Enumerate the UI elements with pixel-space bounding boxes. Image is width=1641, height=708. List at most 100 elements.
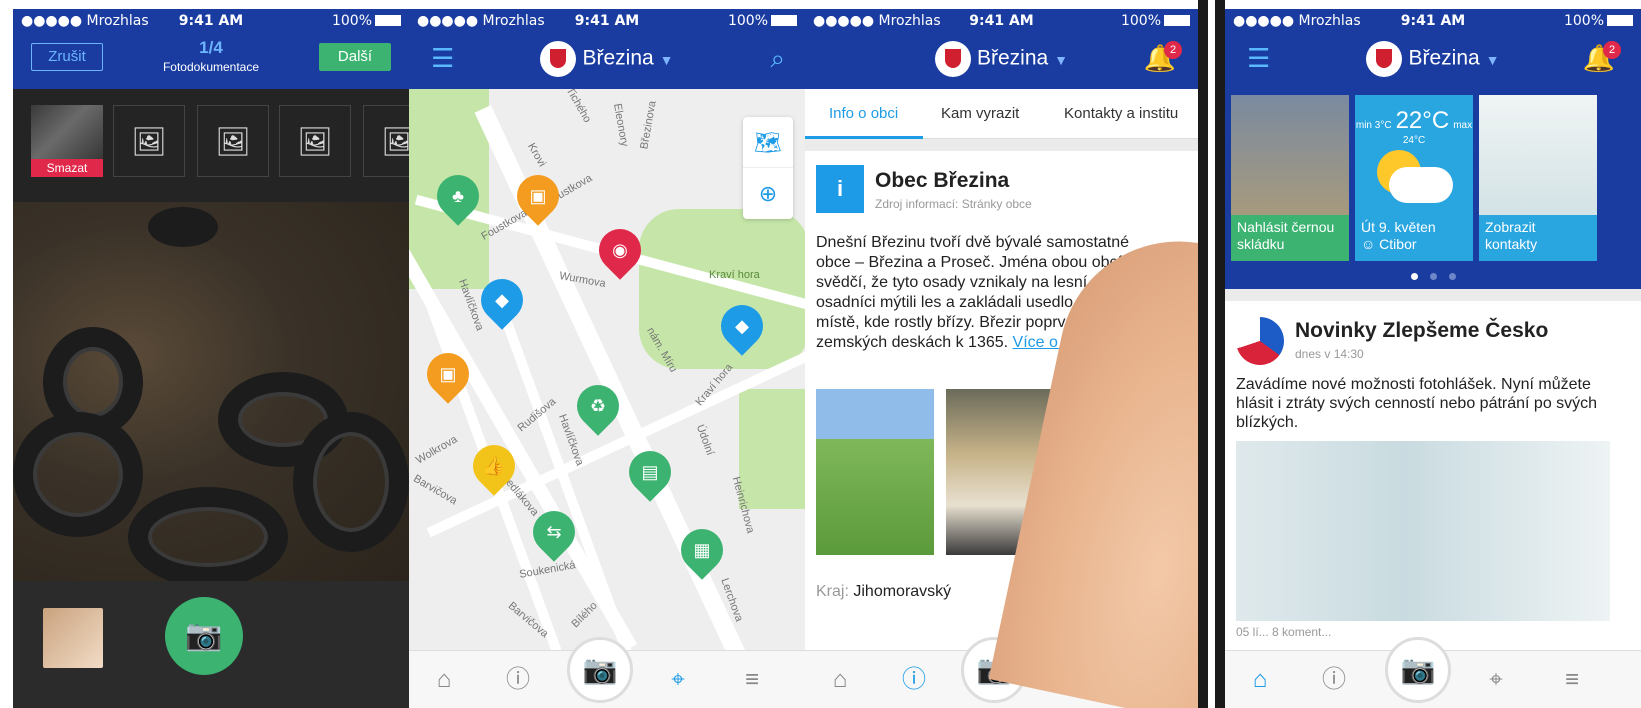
battery: 100% xyxy=(728,13,797,29)
town-selector[interactable]: Březina ▼ xyxy=(1225,41,1641,77)
home-icon[interactable]: ⌂ xyxy=(427,663,461,697)
info-icon[interactable]: ⓘ xyxy=(1317,663,1351,697)
tab-kontakty[interactable]: Kontakty a institu xyxy=(1064,105,1178,122)
news-card[interactable]: Novinky Zlepšeme Česko dnes v 14:30 Zavá… xyxy=(1225,301,1641,650)
report-dump-card[interactable]: Nahlásit černou skládku xyxy=(1231,95,1349,261)
min-label: min xyxy=(1355,120,1372,131)
zlepseme-cesko-logo xyxy=(1236,317,1284,365)
map-layers-icon[interactable]: 🗺 xyxy=(743,117,793,168)
thumbnail-row: Smazat 🖼 🖼 🖼 🖼 xyxy=(13,89,409,202)
camera-controls: 📷 xyxy=(13,581,409,708)
camera-shutter-button[interactable]: 📷 xyxy=(165,597,243,675)
map-pin-icon[interactable]: ⌖ xyxy=(661,663,695,697)
photo-thumbnail[interactable]: Smazat xyxy=(31,105,103,177)
chevron-down-icon: ▼ xyxy=(1054,51,1069,68)
battery-icon xyxy=(771,15,797,26)
news-body: Zavádíme nové možnosti fotohlášek. Nyní … xyxy=(1236,376,1598,431)
home-icon[interactable]: ⌂ xyxy=(1243,663,1277,697)
recycle-pin-icon[interactable]: ♻ xyxy=(568,376,628,436)
region-label: Kraj: xyxy=(816,583,849,600)
town-name: Březina xyxy=(976,46,1049,70)
wallet-pin-icon[interactable]: ▣ xyxy=(418,344,478,404)
card-source: Zdroj informací: Stránky obce xyxy=(875,197,1032,211)
street-label: Březinova xyxy=(638,99,659,151)
add-photo-icon[interactable]: 🖼 xyxy=(113,105,185,177)
tab-info[interactable]: Info o obci xyxy=(829,105,898,122)
news-image xyxy=(1236,441,1610,621)
status-bar: ●●●●● Mrozhlas 9:41 AM 100% xyxy=(13,9,409,35)
locate-me-icon[interactable]: ⊕ xyxy=(743,168,793,219)
min-temp: 3°C xyxy=(1374,120,1392,131)
building-pin-icon[interactable]: ▤ xyxy=(620,442,680,502)
add-photo-icon[interactable]: 🖼 xyxy=(197,105,269,177)
delete-button[interactable]: Smazat xyxy=(31,159,103,177)
contacts-card[interactable]: Zobrazit kontakty xyxy=(1479,95,1597,261)
news-feed: Novinky Zlepšeme Česko dnes v 14:30 Zavá… xyxy=(1225,289,1641,650)
camera-icon[interactable]: 📷 xyxy=(567,637,633,703)
phone-bezel xyxy=(1215,0,1225,708)
status-bar: ●●●●● Mrozhlas 9:41 AM 100% xyxy=(1225,9,1641,35)
bell-icon[interactable]: 🔔 2 xyxy=(1583,41,1621,74)
info-icon[interactable]: ⓘ xyxy=(897,663,931,697)
bell-icon[interactable]: 🔔 2 xyxy=(1144,41,1182,74)
weather-temps: min 3°C 22°C max 24°C xyxy=(1355,107,1473,146)
street-label: Kraví hora xyxy=(709,269,760,281)
news-time: dnes v 14:30 xyxy=(1295,347,1364,361)
screen-map: ●●●●● Mrozhlas 9:41 AM 100% ☰ Březina ▼ ⌕… xyxy=(409,9,805,708)
weather-card[interactable]: min 3°C 22°C max 24°C Út 9. květen ☺ Ctibor xyxy=(1355,95,1473,261)
tab-bar: ⌂ ⓘ 📷 ⌖ ≡ xyxy=(1225,637,1641,708)
settings-icon[interactable]: ≡ xyxy=(735,663,769,697)
forest-pin-icon[interactable]: ♣ xyxy=(428,166,488,226)
max-label: max xyxy=(1453,120,1473,131)
camera-icon[interactable]: 📷 xyxy=(1385,637,1451,703)
alarm-pin-icon[interactable]: ◉ xyxy=(590,220,650,280)
map-controls: 🗺 ⊕ xyxy=(743,117,793,219)
weather-date: Út 9. květen xyxy=(1361,219,1436,235)
town-selector[interactable]: Březina ▼ xyxy=(409,41,805,77)
region-row: Kraj: Jihomoravský xyxy=(816,583,951,601)
map-pin-icon[interactable]: ⌖ xyxy=(1479,663,1513,697)
tab-bar: ⌂ ⓘ 📷 ⌖ ≡ xyxy=(409,637,805,708)
phone-bezel xyxy=(1198,0,1208,708)
street-label: Tichého xyxy=(563,89,594,125)
town-name: Březina xyxy=(582,46,654,70)
town-name: Březina xyxy=(1408,46,1480,70)
battery: 100% xyxy=(332,13,401,29)
photo-preview xyxy=(13,202,409,587)
thumbs-up-pin-icon[interactable]: 👍 xyxy=(464,436,524,496)
add-photo-icon[interactable]: 🖼 xyxy=(279,105,351,177)
battery-percent: 100% xyxy=(1120,13,1161,29)
dog-pin-icon[interactable]: ◆ xyxy=(712,296,772,356)
tab-kam-vyrazit[interactable]: Kam vyrazit xyxy=(941,105,1019,122)
battery-icon xyxy=(1164,15,1190,26)
chevron-down-icon: ▼ xyxy=(659,51,674,68)
street-label: Krovi xyxy=(525,141,548,169)
info-icon: i xyxy=(816,165,864,213)
settings-icon[interactable]: ≡ xyxy=(1555,663,1589,697)
battery-icon xyxy=(375,15,401,26)
town-selector[interactable]: Březina ▼ xyxy=(805,41,1198,77)
clipboard-pin-icon[interactable]: ▦ xyxy=(672,520,732,580)
gallery-thumbnail[interactable] xyxy=(43,608,103,668)
news-meta: 05 lí... 8 koment... xyxy=(1236,625,1332,639)
home-icon[interactable]: ⌂ xyxy=(823,663,857,697)
hero-carousel: Nahlásit černou skládku min 3°C 22°C max 2… xyxy=(1225,89,1641,289)
battery-percent: 100% xyxy=(727,13,768,29)
street-label: Bílého xyxy=(569,599,600,631)
next-button[interactable]: Další xyxy=(319,43,391,71)
screen-home: ●●●●● Mrozhlas 9:41 AM 100% ☰ Březina ▼ 🔔… xyxy=(1225,9,1641,708)
weather-caption: Út 9. květen ☺ Ctibor xyxy=(1355,215,1473,261)
region-value: Jihomoravský xyxy=(853,583,952,600)
signpost-pin-icon[interactable]: ⇆ xyxy=(524,502,584,562)
current-temp: 22°C xyxy=(1395,107,1450,134)
town-crest-icon xyxy=(1366,41,1403,77)
wallet-pin-icon[interactable]: ▣ xyxy=(508,166,568,226)
search-icon[interactable]: ⌕ xyxy=(770,43,785,75)
town-crest-icon xyxy=(934,41,971,77)
add-photo-icon[interactable]: 🖼 xyxy=(363,105,409,177)
dog-pin-icon[interactable]: ◆ xyxy=(472,270,532,330)
chevron-down-icon: ▼ xyxy=(1485,51,1500,68)
info-icon[interactable]: ⓘ xyxy=(501,663,535,697)
battery: 100% xyxy=(1564,13,1633,29)
gallery-photo[interactable] xyxy=(816,389,934,555)
